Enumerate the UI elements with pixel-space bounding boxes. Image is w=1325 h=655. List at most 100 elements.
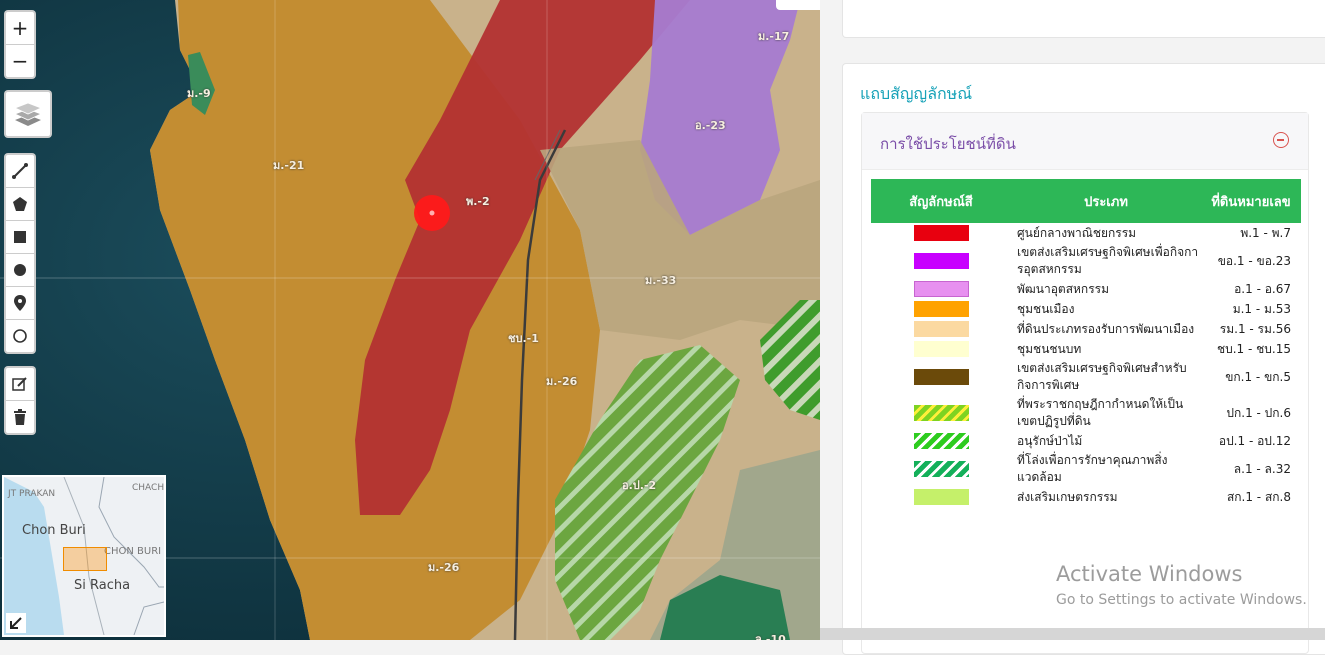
zone-label: อ.-23 — [695, 119, 726, 132]
zone-label: ม.-26 — [428, 561, 460, 574]
column-header: สัญลักษณ์สี — [871, 179, 1011, 223]
minimap[interactable]: JT PRAKAN CHACH Chon Buri CHON BURI Si R… — [2, 475, 166, 637]
side-panel: แถบสัญญลักษณ์ การใช้ประโยชน์ที่ดิน สัญลั… — [820, 0, 1325, 655]
land-use-type: ที่โล่งเพื่อการรักษาคุณภาพสิ่งแวดล้อม — [1017, 453, 1168, 484]
land-use-type: อนุรักษ์ป่าไม้ — [1017, 433, 1083, 448]
draw-toolbar — [4, 153, 36, 354]
color-swatch — [913, 461, 969, 477]
legend-table: สัญลักษณ์สี ประเภท ที่ดินหมายเลข ศูนย์กล… — [871, 179, 1301, 507]
legend-title: แถบสัญญลักษณ์ — [860, 84, 973, 103]
trash-icon[interactable] — [6, 401, 34, 433]
legend-row: ที่พระราชกฤษฎีกากำหนดให้เป็นเขตปฏิรูปที่… — [871, 395, 1301, 431]
minimap-label: CHACH — [132, 483, 165, 493]
watermark-line1: Activate Windows — [1056, 562, 1243, 586]
land-use-type: ที่ดินประเภทรองรับการพัฒนาเมือง — [1017, 321, 1195, 336]
legend-swatch-cell — [871, 359, 1011, 395]
land-use-type: เขตส่งเสริมเศรษฐกิจพิเศษเพื่อกิจการอุตสห… — [1017, 245, 1199, 276]
legend-row: ที่ดินประเภทรองรับการพัฒนาเมือง รม.1 - รม… — [871, 319, 1301, 339]
zoom-in-button[interactable]: + — [6, 12, 34, 45]
legend-row: ส่งเสริมเกษตรกรรม สก.1 - สก.8 — [871, 487, 1301, 507]
edit-icon[interactable] — [6, 368, 34, 401]
zone-label: ม.-21 — [273, 159, 305, 172]
arrow-collapse-icon — [10, 617, 22, 629]
legend-swatch-cell — [871, 339, 1011, 359]
column-header: ประเภท — [1011, 179, 1201, 223]
color-swatch — [913, 225, 969, 241]
legend-row: ชุมชนชนบท ชบ.1 - ชบ.15 — [871, 339, 1301, 359]
layers-button[interactable] — [4, 90, 52, 138]
rectangle-icon[interactable] — [6, 221, 34, 254]
edit-toolbar — [4, 366, 36, 435]
legend-swatch-cell — [871, 223, 1011, 243]
layers-icon — [13, 102, 43, 126]
map-view[interactable]: พ.-2 ม.-21 ม.-17 ม.-9 อ.-23 ม.-33 ชบ.-1 … — [0, 0, 820, 640]
color-swatch — [913, 253, 969, 269]
minimap-toggle-button[interactable] — [6, 613, 26, 633]
land-code: ปก.1 - ปก.6 — [1226, 405, 1291, 420]
land-code: ม.1 - ม.53 — [1232, 301, 1291, 316]
polygon-icon[interactable] — [6, 188, 34, 221]
minimap-label: Si Racha — [74, 578, 131, 593]
land-code: สก.1 - สก.8 — [1226, 489, 1291, 504]
circle-icon[interactable] — [6, 320, 34, 352]
legend-row: ชุมชนเมือง ม.1 - ม.53 — [871, 299, 1301, 319]
legend-row: ศูนย์กลางพาณิชยกรรม พ.1 - พ.7 — [871, 223, 1301, 243]
land-code: ขอ.1 - ขอ.23 — [1217, 253, 1291, 268]
zoom-out-button[interactable]: − — [6, 45, 34, 77]
legend-row: เขตส่งเสริมเศรษฐกิจพิเศษสำหรับกิจการพิเศ… — [871, 359, 1301, 395]
zone-label: พ.-2 — [466, 195, 490, 208]
legend-swatch-cell — [871, 279, 1011, 299]
land-use-type: ที่พระราชกฤษฎีกากำหนดให้เป็นเขตปฏิรูปที่… — [1017, 397, 1184, 428]
minimap-label: JT PRAKAN — [8, 489, 56, 499]
land-code: ขก.1 - ขก.5 — [1225, 369, 1291, 384]
zone-label: อ.ป.-2 — [622, 479, 657, 492]
polyline-icon[interactable] — [6, 155, 34, 188]
minimap-viewport[interactable] — [63, 547, 107, 571]
legend-swatch-cell — [871, 431, 1011, 451]
land-code: รม.1 - รม.56 — [1219, 321, 1291, 336]
watermark-line2: Go to Settings to activate Windows. — [1056, 592, 1307, 608]
land-code: ชบ.1 - ชบ.15 — [1216, 341, 1291, 356]
land-code: ล.1 - ล.32 — [1233, 461, 1291, 476]
collapse-icon[interactable] — [1273, 132, 1289, 148]
zone-label: ชบ.-1 — [508, 332, 539, 345]
legend-swatch-cell — [871, 299, 1011, 319]
zone-label: ม.-17 — [758, 30, 790, 43]
land-use-type: เขตส่งเสริมเศรษฐกิจพิเศษสำหรับกิจการพิเศ… — [1017, 361, 1187, 392]
legend-row: เขตส่งเสริมเศรษฐกิจพิเศษเพื่อกิจการอุตสห… — [871, 243, 1301, 279]
land-use-type: ส่งเสริมเกษตรกรรม — [1017, 489, 1118, 504]
zone-label: ล.-10 — [755, 633, 786, 640]
accordion-header[interactable]: การใช้ประโยชน์ที่ดิน — [862, 113, 1308, 170]
land-use-type: ชุมชนชนบท — [1017, 341, 1082, 356]
popup-edge — [776, 0, 820, 10]
legend-row: ที่โล่งเพื่อการรักษาคุณภาพสิ่งแวดล้อม ล.1… — [871, 451, 1301, 487]
land-code: อป.1 - อป.12 — [1218, 433, 1291, 448]
minimap-label: CHON BURI — [104, 546, 162, 557]
legend-swatch-cell — [871, 243, 1011, 279]
zone-label: ม.-26 — [546, 375, 578, 388]
legend-swatch-cell — [871, 487, 1011, 507]
column-header: ที่ดินหมายเลข — [1201, 179, 1301, 223]
zone-label: ม.-9 — [187, 87, 211, 100]
legend-swatch-cell — [871, 319, 1011, 339]
windows-watermark: Activate Windows Go to Settings to activ… — [1056, 562, 1307, 608]
zone-label: ม.-33 — [645, 274, 677, 287]
color-swatch — [913, 301, 969, 317]
color-swatch — [913, 281, 969, 297]
horizontal-scrollbar[interactable] — [820, 628, 1325, 640]
accordion-title: การใช้ประโยชน์ที่ดิน — [880, 135, 1016, 153]
land-use-type: พัฒนาอุตสหกรรม — [1017, 281, 1109, 296]
color-swatch — [913, 405, 969, 421]
zoom-control: + − — [4, 10, 36, 79]
legend-row: พัฒนาอุตสหกรรม อ.1 - อ.67 — [871, 279, 1301, 299]
color-swatch — [913, 433, 969, 449]
legend-swatch-cell — [871, 451, 1011, 487]
marker-icon[interactable] — [6, 287, 34, 320]
color-swatch — [913, 321, 969, 337]
circle-marker-icon[interactable] — [6, 254, 34, 287]
legend-row: อนุรักษ์ป่าไม้ อป.1 - อป.12 — [871, 431, 1301, 451]
info-card — [842, 0, 1325, 38]
color-swatch — [913, 489, 969, 505]
color-swatch — [913, 341, 969, 357]
color-swatch — [913, 369, 969, 385]
